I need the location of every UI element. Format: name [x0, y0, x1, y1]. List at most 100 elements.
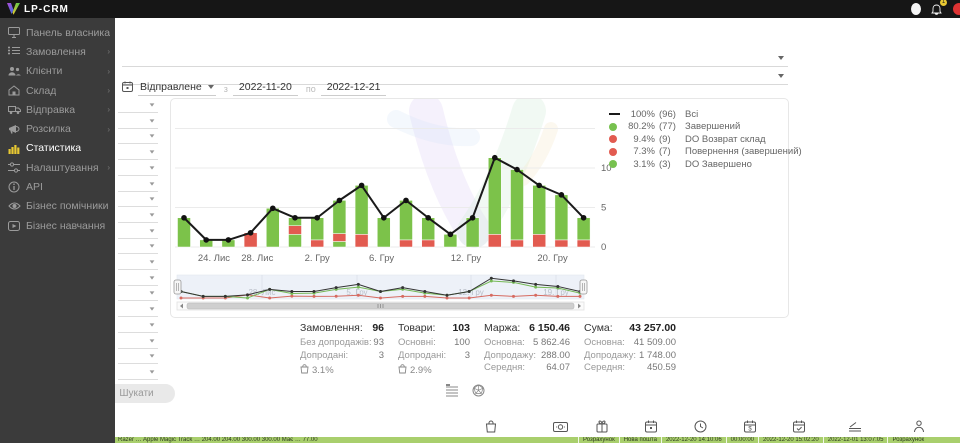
statistics-chart-card: 051024. Лис28. Лис2. Гру6. Гру12. Гру20.… — [170, 98, 789, 318]
date-to-input[interactable]: 2022-12-21 — [321, 81, 387, 96]
chevron-down-icon — [778, 74, 784, 78]
legend-label: DO Возврат склад — [685, 134, 766, 145]
svg-text:0: 0 — [601, 242, 606, 253]
sidebar-item-icon — [8, 123, 21, 136]
sidebar-item-icon — [8, 103, 21, 116]
chevron-down-icon — [150, 103, 155, 106]
sidebar: Панель власникаЗамовлення›Клієнти›Склад›… — [0, 18, 115, 443]
support-chat-icon[interactable] — [953, 3, 960, 15]
chevron-right-icon: › — [107, 125, 110, 134]
sidebar-item-9[interactable]: Бізнес помічники — [0, 197, 115, 216]
calendar-dollar-icon[interactable]: $ — [744, 420, 756, 438]
side-filter-select-0[interactable] — [118, 99, 158, 113]
date-type-select[interactable]: Відправлене — [138, 81, 216, 96]
side-filter-select-9[interactable] — [118, 240, 158, 254]
logo-text: LP-CRM — [24, 4, 69, 15]
stat-row-value: 41 509.00 — [634, 337, 676, 350]
sidebar-item-icon — [8, 219, 21, 232]
sidebar-item-3[interactable]: Склад› — [0, 81, 115, 100]
bag-icon[interactable] — [485, 420, 497, 438]
chevron-down-icon — [778, 56, 784, 60]
chevron-down-icon — [150, 260, 155, 263]
chevron-down-icon — [150, 166, 155, 169]
sidebar-item-5[interactable]: Розсилка› — [0, 119, 115, 138]
stat-row-label: Основна: — [484, 337, 525, 350]
sidebar-item-icon — [8, 181, 21, 194]
side-filter-select-4[interactable] — [118, 162, 158, 176]
legend-pct: 3.1% — [623, 159, 655, 170]
date-from-input[interactable]: 2022-11-20 — [233, 81, 298, 96]
sidebar-item-8[interactable]: API — [0, 177, 115, 196]
from-label: з — [224, 84, 228, 94]
sidebar-item-label: Налаштування — [26, 162, 99, 174]
main-content: Відправлене з 2022-11-20 по 2022-12-21 Ш… — [115, 18, 960, 443]
calendar-check-icon[interactable] — [793, 420, 805, 438]
stat-row-value: 1 748.00 — [639, 350, 676, 363]
side-filter-select-6[interactable] — [118, 193, 158, 207]
clock-icon[interactable] — [694, 420, 707, 438]
chevron-down-icon — [150, 307, 155, 310]
stat-row-value: 5 862.46 — [533, 337, 570, 350]
chevron-down-icon — [150, 323, 155, 326]
side-filter-select-1[interactable] — [118, 115, 158, 129]
notifications-bell-icon[interactable]: 1 — [931, 3, 943, 15]
money-icon[interactable] — [553, 420, 568, 438]
legend-item[interactable]: 3.1%(3)DO Завершено — [609, 158, 802, 171]
side-filter-select-5[interactable] — [118, 178, 158, 192]
logo[interactable]: LP-CRM — [7, 3, 69, 15]
gift-icon[interactable] — [596, 420, 608, 438]
table-row[interactable]: Razer … Apple Magic Track … 204.00 204.0… — [115, 437, 960, 443]
side-filter-select-7[interactable] — [118, 209, 158, 223]
legend-item[interactable]: 80.2%(77)Завершений — [609, 121, 802, 134]
side-filter-select-10[interactable] — [118, 256, 158, 270]
stat-orders: Замовлення:96 Без допродажів:93 Допродан… — [300, 322, 384, 377]
stat-title: Маржа: — [484, 322, 520, 334]
sidebar-item-icon — [8, 84, 21, 97]
side-filter-select-3[interactable] — [118, 146, 158, 160]
sidebar-item-0[interactable]: Панель власника — [0, 23, 115, 42]
legend-item[interactable]: 9.4%(9)DO Возврат склад — [609, 133, 802, 146]
side-filter-select-2[interactable] — [118, 130, 158, 144]
stat-products: Товари:103 Основні:100 Допродані:3 2.9% — [398, 322, 470, 377]
avatar[interactable] — [911, 3, 921, 15]
sidebar-item-7[interactable]: Налаштування › — [0, 158, 115, 177]
stat-row-value: 288.00 — [541, 350, 570, 363]
side-filter-select-8[interactable] — [118, 225, 158, 239]
filter-select-1[interactable] — [122, 50, 788, 67]
side-filter-select-11[interactable] — [118, 272, 158, 286]
calendar-icon[interactable] — [645, 420, 657, 438]
side-filter-select-15[interactable] — [118, 335, 158, 349]
side-filter-select-13[interactable] — [118, 303, 158, 317]
legend-pct: 7.3% — [623, 146, 655, 157]
sidebar-item-6[interactable]: Статистика — [0, 139, 115, 158]
stat-row-label: Основні: — [398, 337, 436, 350]
sidebar-item-10[interactable]: Бізнес навчання — [0, 216, 115, 235]
date-filter-row: Відправлене з 2022-11-20 по 2022-12-21 — [122, 78, 386, 96]
lp-crm-statistics-page: LP-CRM 1 Панель власникаЗамовлення›Клієн… — [0, 0, 960, 443]
chevron-right-icon: › — [107, 86, 110, 95]
report-list-icon[interactable] — [445, 384, 459, 402]
stat-title: Сума: — [584, 322, 613, 334]
table-header-icons: $ — [115, 420, 960, 437]
side-filter-select-17[interactable] — [118, 366, 158, 380]
globe-icon[interactable] — [472, 384, 485, 402]
legend-marker — [609, 160, 623, 168]
side-filter-select-16[interactable] — [118, 350, 158, 364]
side-filter-select-14[interactable] — [118, 319, 158, 333]
side-filter-select-12[interactable] — [118, 287, 158, 301]
sidebar-item-label: Бізнес навчання — [26, 220, 105, 232]
sidebar-item-icon — [8, 26, 21, 39]
sidebar-item-1[interactable]: Замовлення› — [0, 42, 115, 61]
stats-lines-icon[interactable] — [848, 420, 862, 438]
bag-icon — [300, 364, 309, 377]
legend-item[interactable]: 100%(96)Всі — [609, 108, 802, 121]
upsell-pct: 2.9% — [410, 365, 432, 376]
legend-item[interactable]: 7.3%(7)Повернення (завершений) — [609, 146, 802, 159]
summary-stats: Замовлення:96 Без допродажів:93 Допродан… — [300, 322, 690, 377]
person-icon[interactable] — [913, 420, 925, 438]
sidebar-item-2[interactable]: Клієнти› — [0, 62, 115, 81]
chevron-down-icon — [150, 150, 155, 153]
svg-text:6. Гру: 6. Гру — [369, 253, 394, 264]
chevron-right-icon: › — [107, 163, 110, 172]
sidebar-item-4[interactable]: Відправка› — [0, 100, 115, 119]
